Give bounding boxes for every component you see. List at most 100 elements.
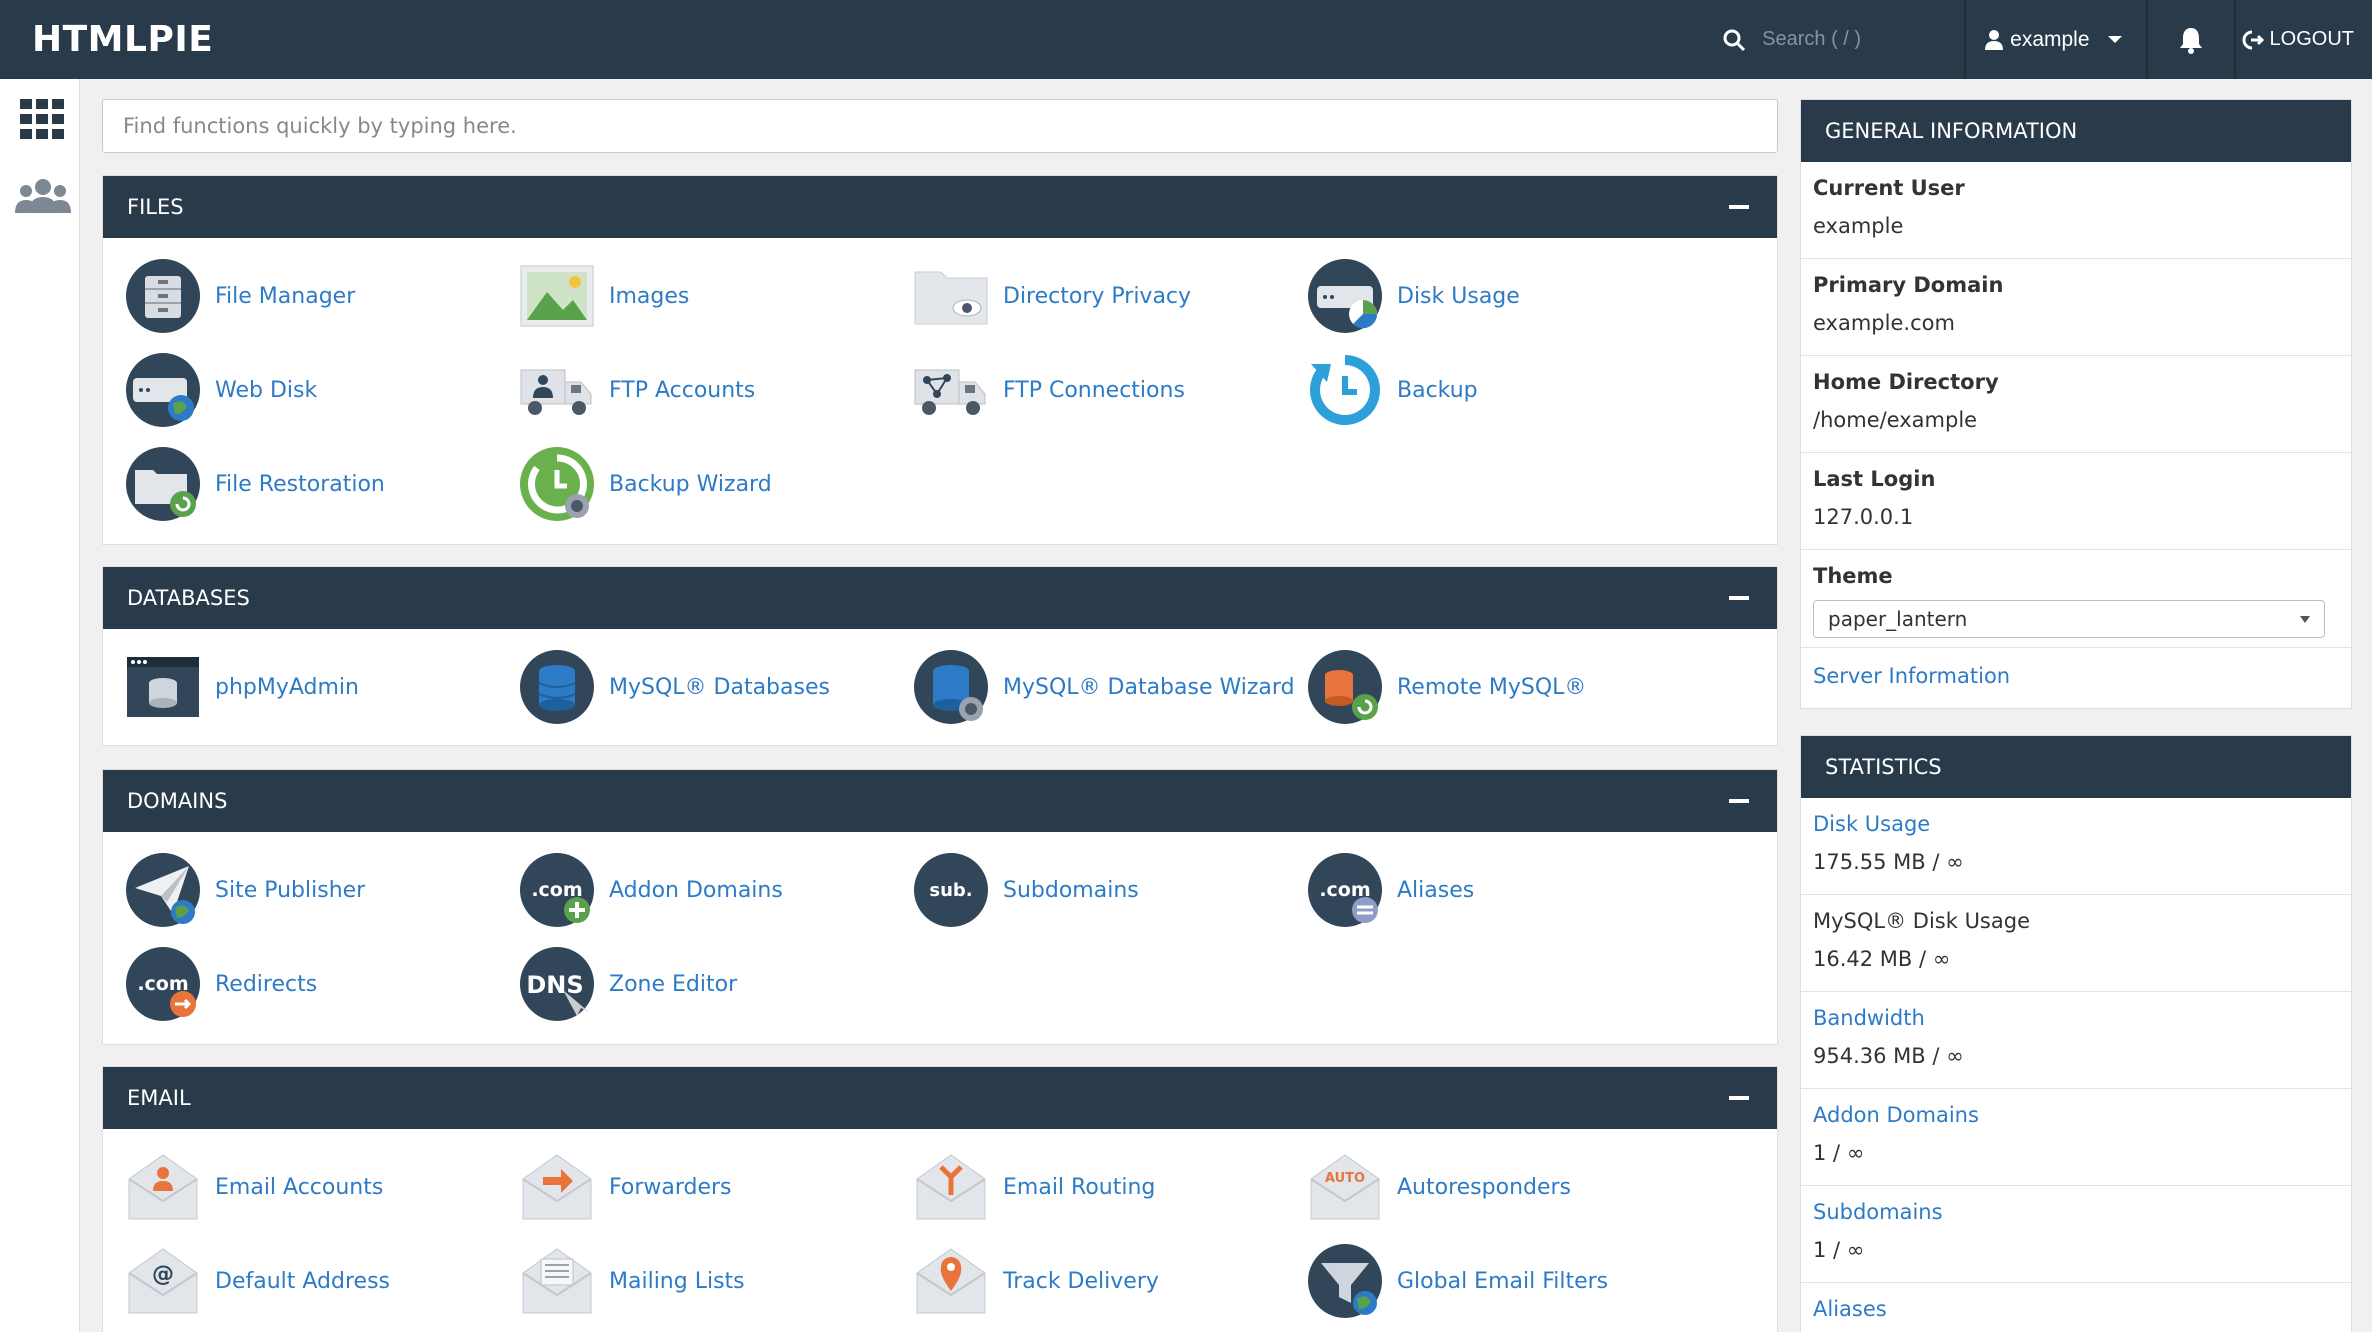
stat-disk-usage-value: 175.55 MB / ∞ <box>1813 850 1964 874</box>
file-restoration-label: File Restoration <box>215 471 385 497</box>
svg-text:DNS: DNS <box>526 971 583 999</box>
general-information-panel: GENERAL INFORMATION Current User example… <box>1800 99 2352 709</box>
global-filter-icon <box>1308 1244 1382 1318</box>
addon-domains-label: Addon Domains <box>609 877 783 903</box>
domains-panel-header[interactable]: DOMAINS <box>103 770 1777 832</box>
current-user-label: Current User <box>1813 176 1965 200</box>
mysql-databases-item[interactable]: MySQL® Databases <box>519 647 830 727</box>
disk-usage-item[interactable]: Disk Usage <box>1307 256 1520 336</box>
primary-domain-label: Primary Domain <box>1813 273 2004 297</box>
ftp-accounts-label: FTP Accounts <box>609 377 756 403</box>
quick-search-input[interactable]: Find functions quickly by typing here. <box>102 99 1778 153</box>
redirects-item[interactable]: .com Redirects <box>125 944 317 1024</box>
stat-row: MySQL® Disk Usage 16.42 MB / ∞ <box>1801 895 2351 992</box>
logout-icon <box>2242 30 2264 49</box>
directory-privacy-item[interactable]: Directory Privacy <box>913 256 1191 336</box>
collapse-icon[interactable] <box>1729 596 1749 600</box>
stat-bandwidth-link[interactable]: Bandwidth <box>1813 1006 2339 1030</box>
stat-addon-domains-link[interactable]: Addon Domains <box>1813 1103 2339 1127</box>
stat-aliases-link[interactable]: Aliases <box>1813 1297 2339 1321</box>
envelope-user-icon <box>128 1154 198 1220</box>
collapse-icon[interactable] <box>1729 205 1749 209</box>
domains-panel-title: DOMAINS <box>127 789 228 813</box>
user-menu[interactable]: example <box>1966 0 2145 79</box>
web-disk-label: Web Disk <box>215 377 318 403</box>
ftp-connections-item[interactable]: FTP Connections <box>913 350 1185 430</box>
email-accounts-label: Email Accounts <box>215 1174 384 1200</box>
directory-privacy-label: Directory Privacy <box>1003 283 1192 309</box>
autoresponders-item[interactable]: AUTO Autoresponders <box>1307 1147 1571 1227</box>
forwarders-label: Forwarders <box>609 1174 732 1200</box>
default-address-item[interactable]: @ Default Address <box>125 1241 390 1321</box>
email-accounts-item[interactable]: Email Accounts <box>125 1147 383 1227</box>
phpmyadmin-item[interactable]: phpMyAdmin <box>125 647 359 727</box>
mysql-database-wizard-item[interactable]: MySQL® Database Wizard <box>913 647 1295 727</box>
username-label: example <box>2010 27 2090 51</box>
last-login-row: Last Login 127.0.0.1 <box>1801 453 2351 550</box>
remote-mysql-item[interactable]: Remote MySQL® <box>1307 647 1586 727</box>
users-button[interactable] <box>14 177 72 222</box>
server-information-link[interactable]: Server Information <box>1813 664 2339 688</box>
backup-item[interactable]: Backup <box>1307 350 1478 430</box>
current-user-value: example <box>1813 214 1904 238</box>
forwarders-item[interactable]: Forwarders <box>519 1147 732 1227</box>
stat-addon-domains-value: 1 / ∞ <box>1813 1141 1865 1165</box>
brand-logo[interactable]: HTMLPIE <box>32 19 213 60</box>
logout-label: LOGOUT <box>2269 28 2354 50</box>
mailing-lists-item[interactable]: Mailing Lists <box>519 1241 745 1321</box>
site-publisher-item[interactable]: Site Publisher <box>125 850 365 930</box>
collapse-icon[interactable] <box>1729 799 1749 803</box>
email-panel: EMAIL Email Accounts Forwarders Email Ro… <box>102 1066 1778 1332</box>
track-delivery-item[interactable]: Track Delivery <box>913 1241 1159 1321</box>
stat-disk-usage-link[interactable]: Disk Usage <box>1813 812 2339 836</box>
home-grid-button[interactable] <box>20 99 64 144</box>
mysql-database-wizard-label: MySQL® Database Wizard <box>1003 674 1295 700</box>
remote-mysql-label: Remote MySQL® <box>1397 674 1587 700</box>
envelope-pin-icon <box>916 1248 986 1314</box>
envelope-at-icon: @ <box>128 1248 198 1314</box>
mysql-databases-icon <box>520 650 594 724</box>
general-information-header: GENERAL INFORMATION <box>1801 100 2351 162</box>
primary-domain-row: Primary Domain example.com <box>1801 259 2351 356</box>
addon-domains-item[interactable]: .com Addon Domains <box>519 850 783 930</box>
file-restoration-icon <box>126 447 200 521</box>
default-address-label: Default Address <box>215 1268 390 1294</box>
backup-wizard-item[interactable]: Backup Wizard <box>519 444 772 524</box>
backup-wizard-label: Backup Wizard <box>609 471 772 497</box>
email-panel-title: EMAIL <box>127 1086 191 1110</box>
svg-text:@: @ <box>152 1262 174 1287</box>
stat-subdomains-value: 1 / ∞ <box>1813 1238 1865 1262</box>
redirects-label: Redirects <box>215 971 318 997</box>
subdomains-item[interactable]: sub. Subdomains <box>913 850 1139 930</box>
home-directory-value: /home/example <box>1813 408 1978 432</box>
stat-mysql-disk-usage-value: 16.42 MB / ∞ <box>1813 947 1951 971</box>
email-routing-label: Email Routing <box>1003 1174 1156 1200</box>
ftp-accounts-item[interactable]: FTP Accounts <box>519 350 755 430</box>
images-item[interactable]: Images <box>519 256 689 336</box>
backup-icon <box>1310 355 1380 425</box>
remote-mysql-icon <box>1308 650 1382 724</box>
envelope-forward-icon <box>522 1154 592 1220</box>
files-panel-header[interactable]: FILES <box>103 176 1777 238</box>
file-manager-item[interactable]: File Manager <box>125 256 355 336</box>
databases-panel-header[interactable]: DATABASES <box>103 567 1777 629</box>
logout-button[interactable]: LOGOUT <box>2236 0 2372 79</box>
subdomains-label: Subdomains <box>1003 877 1139 903</box>
global-email-filters-item[interactable]: Global Email Filters <box>1307 1241 1608 1321</box>
ftp-truck-user-icon <box>520 369 592 415</box>
statistics-panel: STATISTICS Disk Usage 175.55 MB / ∞ MySQ… <box>1800 735 2352 1332</box>
stat-subdomains-link[interactable]: Subdomains <box>1813 1200 2339 1224</box>
theme-select[interactable]: paper_lantern <box>1813 600 2325 638</box>
notifications-button[interactable] <box>2148 0 2234 79</box>
stat-row: Bandwidth 954.36 MB / ∞ <box>1801 992 2351 1089</box>
zone-editor-item[interactable]: DNS Zone Editor <box>519 944 737 1024</box>
file-restoration-item[interactable]: File Restoration <box>125 444 385 524</box>
aliases-item[interactable]: .com Aliases <box>1307 850 1474 930</box>
stat-row: Disk Usage 175.55 MB / ∞ <box>1801 798 2351 895</box>
web-disk-item[interactable]: Web Disk <box>125 350 317 430</box>
email-panel-header[interactable]: EMAIL <box>103 1067 1777 1129</box>
email-routing-item[interactable]: Email Routing <box>913 1147 1155 1227</box>
user-icon <box>1985 29 2004 50</box>
top-search[interactable]: Search ( / ) <box>1722 0 1964 79</box>
collapse-icon[interactable] <box>1729 1096 1749 1100</box>
